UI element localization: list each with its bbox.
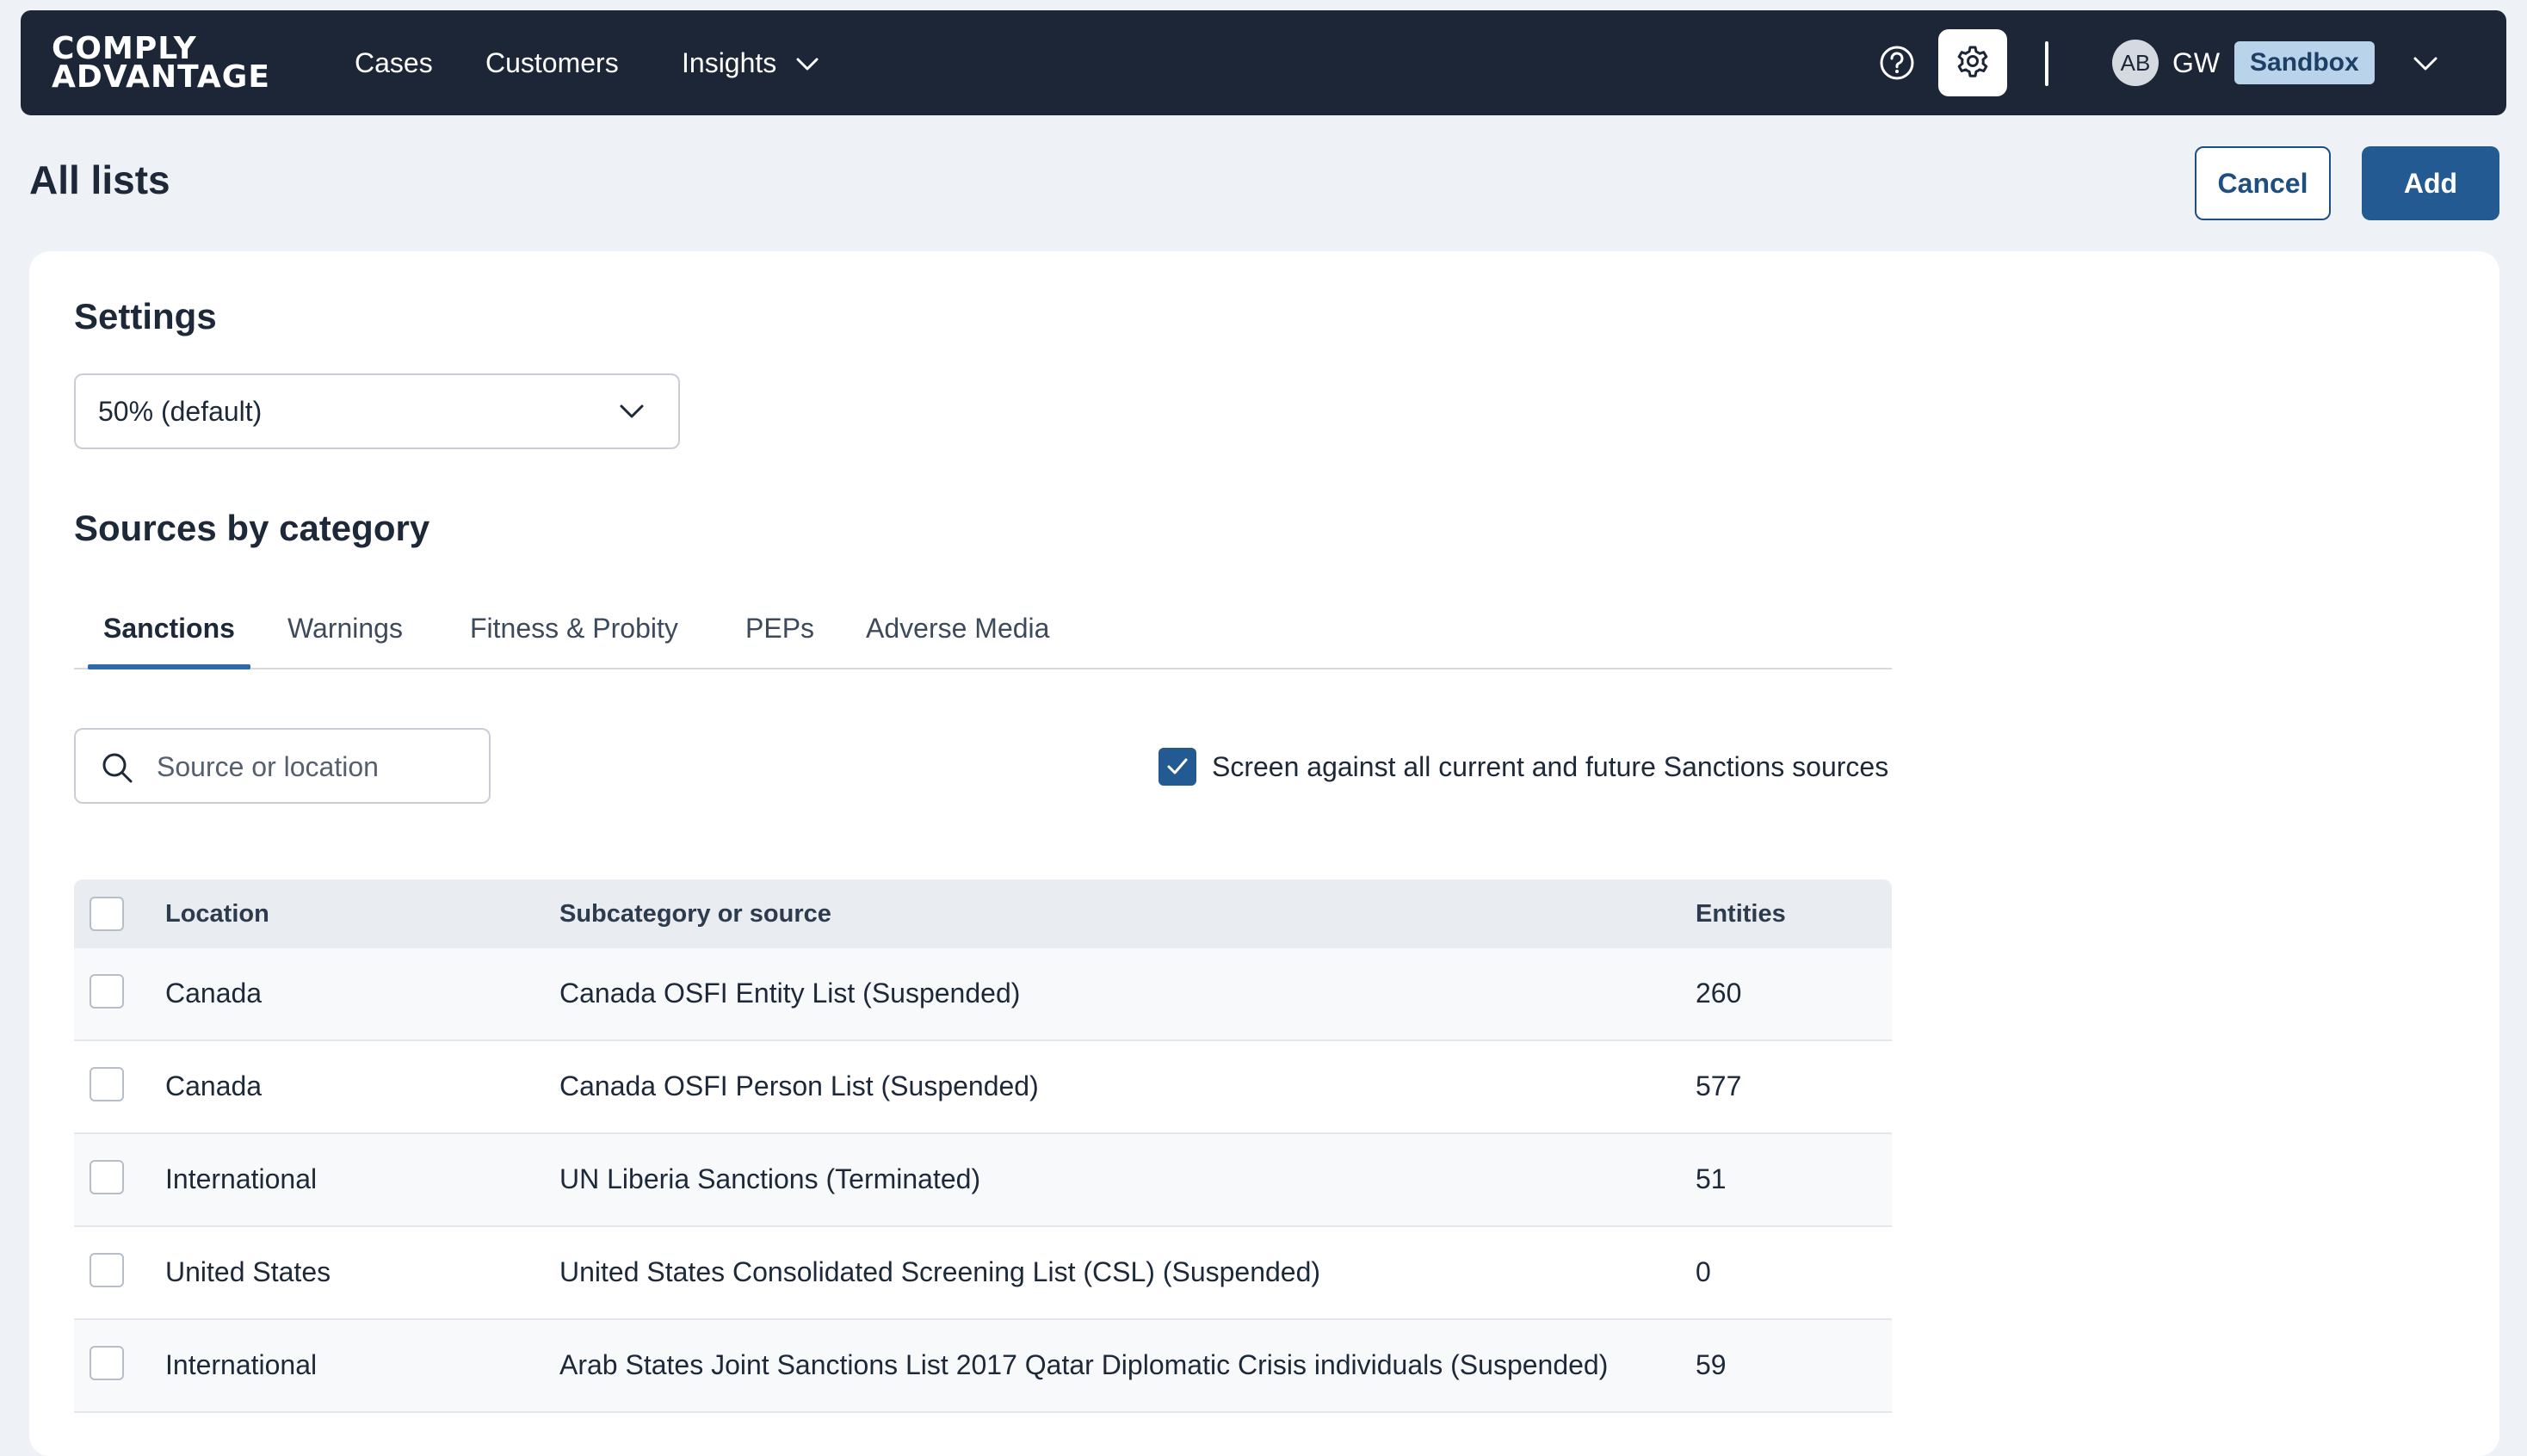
row-checkbox[interactable] xyxy=(90,1067,124,1101)
row-source: United States Consolidated Screening Lis… xyxy=(559,1256,1321,1287)
table-body: Canada Canada OSFI Entity List (Suspende… xyxy=(74,948,1892,1413)
row-entities: 260 xyxy=(1696,978,1742,1009)
help-circle-icon[interactable] xyxy=(1878,44,1916,82)
table-header: Location Subcategory or source Entities xyxy=(74,879,1892,948)
row-checkbox[interactable] xyxy=(90,1346,124,1380)
row-source: UN Liberia Sanctions (Terminated) xyxy=(559,1163,981,1194)
column-header-entities[interactable]: Entities xyxy=(1696,879,1786,948)
logo-line-2: ADVANTAGE xyxy=(52,59,270,95)
nav-insights-label: Insights xyxy=(682,47,777,78)
table-row[interactable]: International UN Liberia Sanctions (Term… xyxy=(74,1134,1892,1227)
column-header-source[interactable]: Subcategory or source xyxy=(559,879,831,948)
chevron-down-icon xyxy=(796,10,819,115)
settings-heading: Settings xyxy=(74,296,217,336)
sources-table: Location Subcategory or source Entities … xyxy=(74,879,1892,1413)
tab-sanctions[interactable]: Sanctions xyxy=(88,595,250,669)
source-search-input[interactable] xyxy=(155,738,468,795)
row-source: Canada OSFI Entity List (Suspended) xyxy=(559,978,1021,1009)
row-location: International xyxy=(165,1163,318,1194)
add-button[interactable]: Add xyxy=(2362,146,2499,220)
match-threshold-value: 50% (default) xyxy=(98,396,263,427)
select-all-checkbox[interactable] xyxy=(90,897,124,931)
nav-cases[interactable]: Cases xyxy=(355,10,433,115)
nav-divider xyxy=(2045,41,2048,86)
tab-warnings[interactable]: Warnings xyxy=(287,595,403,668)
row-entities: 59 xyxy=(1696,1349,1727,1380)
gear-icon xyxy=(1955,44,1990,83)
table-row[interactable]: International Arab States Joint Sanction… xyxy=(74,1320,1892,1413)
environment-badge: Sandbox xyxy=(2234,41,2375,84)
top-navigation-bar: COMPLY ADVANTAGE Cases Customers Insight… xyxy=(21,10,2506,115)
table-row[interactable]: Canada Canada OSFI Entity List (Suspende… xyxy=(74,948,1892,1041)
source-search xyxy=(74,728,491,804)
row-source: Canada OSFI Person List (Suspended) xyxy=(559,1070,1039,1101)
row-checkbox[interactable] xyxy=(90,974,124,1009)
row-entities: 0 xyxy=(1696,1256,1711,1287)
source-category-tabs: Sanctions Warnings Fitness & Probity PEP… xyxy=(74,595,1892,669)
row-location: United States xyxy=(165,1256,331,1287)
row-entities: 51 xyxy=(1696,1163,1727,1194)
row-location: Canada xyxy=(165,1070,263,1101)
row-checkbox[interactable] xyxy=(90,1160,124,1194)
user-initials[interactable]: GW xyxy=(2172,10,2220,115)
column-header-location[interactable]: Location xyxy=(165,879,269,948)
screen-all-sanctions-option[interactable]: Screen against all current and future Sa… xyxy=(1158,747,1888,787)
checkmark-icon xyxy=(1167,758,1188,774)
tab-adverse-media[interactable]: Adverse Media xyxy=(866,595,1049,668)
sources-heading: Sources by category xyxy=(74,508,430,548)
match-threshold-select[interactable]: 50% (default) xyxy=(74,373,680,449)
nav-customers-label: Customers xyxy=(485,47,619,78)
user-menu-chevron-down-icon[interactable] xyxy=(2412,52,2439,76)
screen-all-label: Screen against all current and future Sa… xyxy=(1212,750,1889,782)
chevron-down-icon xyxy=(618,401,646,422)
settings-button[interactable] xyxy=(1938,29,2007,96)
screen-all-checkbox[interactable] xyxy=(1158,748,1196,786)
row-location: Canada xyxy=(165,978,263,1009)
avatar[interactable]: AB xyxy=(2112,40,2159,86)
row-checkbox[interactable] xyxy=(90,1253,124,1287)
nav-insights[interactable]: Insights xyxy=(682,10,819,115)
nav-customers[interactable]: Customers xyxy=(485,10,619,115)
search-icon xyxy=(100,750,134,785)
row-entities: 577 xyxy=(1696,1070,1742,1101)
row-location: International xyxy=(165,1349,318,1380)
comply-advantage-logo[interactable]: COMPLY ADVANTAGE xyxy=(52,34,270,95)
nav-cases-label: Cases xyxy=(355,47,433,78)
page-title: All lists xyxy=(29,157,170,202)
row-source: Arab States Joint Sanctions List 2017 Qa… xyxy=(559,1349,1609,1380)
tab-fitness-probity[interactable]: Fitness & Probity xyxy=(470,595,678,668)
cancel-button[interactable]: Cancel xyxy=(2195,146,2331,220)
tab-peps[interactable]: PEPs xyxy=(745,595,814,668)
table-row[interactable]: United States United States Consolidated… xyxy=(74,1227,1892,1320)
table-row[interactable]: Canada Canada OSFI Person List (Suspende… xyxy=(74,1041,1892,1134)
